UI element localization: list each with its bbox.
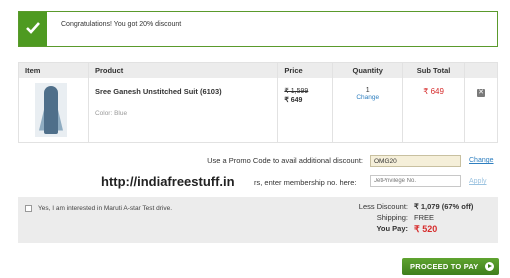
product-thumbnail[interactable] <box>35 82 67 137</box>
check-icon <box>19 12 47 46</box>
you-pay-value: ₹ 520 <box>414 224 438 234</box>
header-subtotal: Sub Total <box>402 62 466 78</box>
remove-cell: ✕ <box>465 78 498 143</box>
proceed-to-pay-button[interactable]: PROCEED TO PAY <box>402 258 499 275</box>
quantity-value: 1 <box>365 86 370 94</box>
arrow-right-icon <box>485 262 494 271</box>
order-summary: Yes, I am interested in Maruti A-star Te… <box>18 197 498 243</box>
membership-label: rs, enter membership no. here: <box>254 178 357 187</box>
remove-icon[interactable]: ✕ <box>477 88 485 97</box>
subtotal-cell: ₹ 649 <box>402 77 466 142</box>
shipping-label: Shipping: <box>376 213 408 222</box>
change-quantity-link[interactable]: Change <box>339 94 396 101</box>
promo-code-input[interactable] <box>370 155 461 167</box>
proceed-label: PROCEED TO PAY <box>410 262 479 271</box>
discount-banner: Congratulations! You got 20% discount <box>18 11 498 47</box>
item-cell <box>18 77 89 142</box>
banner-message: Congratulations! You got 20% discount <box>61 21 182 28</box>
cart-table: Item Product Price Quantity Sub Total Sr… <box>18 62 498 143</box>
old-price: ₹ 1,599 <box>284 87 309 95</box>
subtotal-value: ₹ 649 <box>423 86 444 96</box>
cart-header-row: Item Product Price Quantity Sub Total <box>18 62 498 78</box>
test-drive-label: Yes, I am interested in Maruti A-star Te… <box>38 205 173 212</box>
header-item: Item <box>18 62 89 78</box>
apply-link[interactable]: Apply <box>469 178 487 185</box>
membership-input[interactable] <box>370 175 461 187</box>
quantity-cell: 1 Change <box>332 77 404 142</box>
discount-value: ₹ 1,079 (67% off) <box>414 202 474 211</box>
table-row: Sree Ganesh Unstitched Suit (6103) Color… <box>18 77 498 143</box>
header-quantity: Quantity <box>332 62 404 78</box>
header-remove <box>464 62 498 78</box>
header-product: Product <box>88 62 279 78</box>
product-name[interactable]: Sree Ganesh Unstitched Suit (6103) <box>95 87 271 96</box>
you-pay-label: You Pay: <box>376 224 408 233</box>
header-price: Price <box>277 62 334 78</box>
test-drive-checkbox[interactable] <box>25 205 32 212</box>
product-cell: Sree Ganesh Unstitched Suit (6103) Color… <box>88 77 279 142</box>
promo-label: Use a Promo Code to avail additional dis… <box>207 156 363 165</box>
price-cell: ₹ 1,599 ₹ 649 <box>277 77 334 142</box>
promo-change-link[interactable]: Change <box>469 157 494 164</box>
product-color: Color: Blue <box>94 109 128 117</box>
membership-row: rs, enter membership no. here: Apply <box>0 175 510 187</box>
promo-code-row: Use a Promo Code to avail additional dis… <box>0 155 510 167</box>
discount-label: Less Discount: <box>358 202 408 211</box>
shipping-value: FREE <box>414 213 435 222</box>
new-price: ₹ 649 <box>284 96 303 104</box>
